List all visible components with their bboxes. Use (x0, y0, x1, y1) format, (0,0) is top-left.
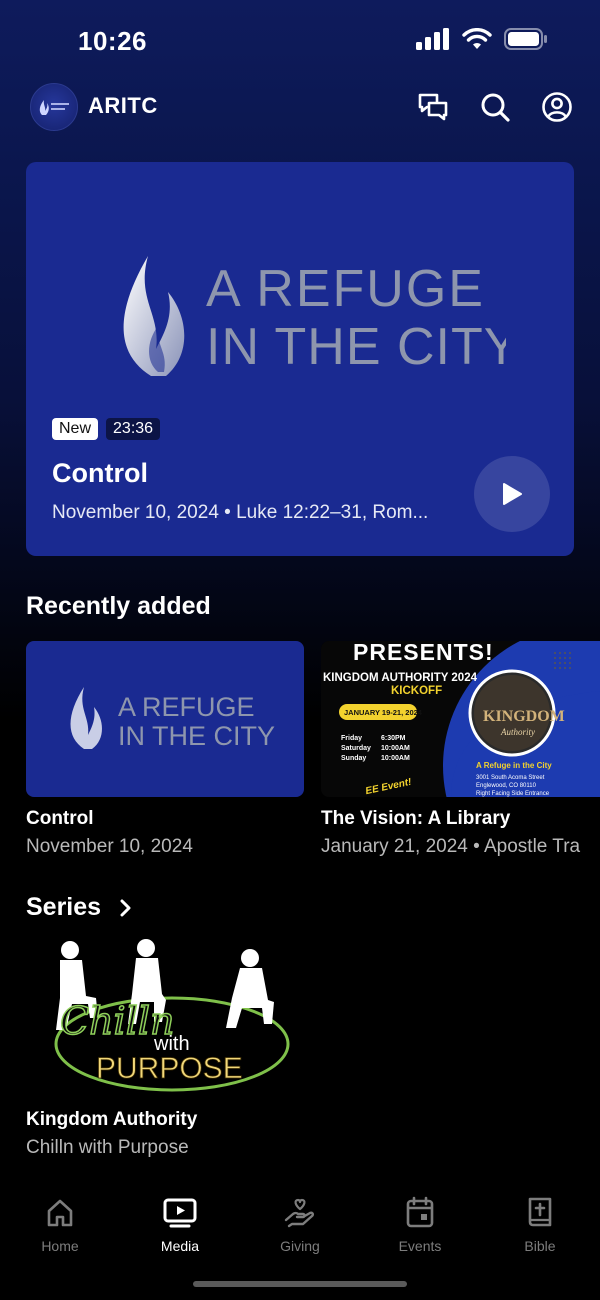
church-logo-avatar[interactable] (30, 83, 78, 131)
recent-item-control-thumbnail[interactable]: A REFUGE IN THE CITY (26, 641, 304, 797)
poster-line1: KINGDOM AUTHORITY 2024 (323, 672, 478, 684)
app-header: ARITC (0, 80, 600, 132)
tab-giving[interactable]: Giving (250, 1194, 350, 1254)
poster-day-3: Sunday (341, 755, 366, 762)
flame-logo-icon (39, 100, 69, 115)
art-purpose: PURPOSE (96, 1052, 243, 1085)
battery-icon (504, 28, 547, 50)
thumb-logo-line2: IN THE CITY (118, 721, 275, 751)
hero-meta: November 10, 2024 • Luke 12:22–31, Rom..… (52, 502, 429, 523)
church-logo-artwork: A REFUGE IN THE CITY (106, 254, 518, 389)
series-item-thumbnail[interactable]: Chilln with PURPOSE (26, 938, 304, 1094)
recent-item-title[interactable]: The Vision: A Library (321, 808, 510, 830)
poster-circle-sub: Authority (500, 727, 535, 737)
recent-item-date: January 21, 2024 • Apostle Tra (321, 836, 581, 857)
giving-hand-heart-icon (284, 1198, 315, 1228)
calendar-icon (406, 1196, 434, 1228)
poster-day-2: Saturday (341, 745, 371, 752)
tab-bible-label: Bible (524, 1238, 556, 1254)
series-item-subtitle: Chilln with Purpose (26, 1137, 189, 1158)
church-logo-thumbnail: A REFUGE IN THE CITY (70, 687, 275, 751)
recent-item-date: November 10, 2024 (26, 836, 193, 857)
poster-headline: PRESENTS! (353, 641, 494, 665)
tab-media[interactable]: Media (130, 1194, 230, 1254)
search-button[interactable] (476, 88, 514, 126)
tab-media-label: Media (160, 1238, 200, 1254)
tab-giving-label: Giving (280, 1238, 320, 1254)
poster-time-1: 6:30PM (381, 735, 406, 742)
home-icon (47, 1199, 73, 1227)
hero-title: Control (52, 458, 148, 488)
series-heading-link[interactable]: Series (26, 893, 133, 922)
poster-day-1: Friday (341, 735, 362, 742)
recent-item-kickoff-poster[interactable]: PRESENTS! KINGDOM AUTHORITY 2024 KICKOFF… (321, 641, 600, 797)
wifi-icon (462, 28, 492, 49)
hero-badges: New 23:36 (52, 418, 161, 440)
status-time: 10:26 (78, 26, 147, 56)
home-indicator[interactable] (193, 1281, 407, 1287)
play-button[interactable] (474, 456, 550, 532)
poster-address-1: 3001 South Acoma Street (476, 775, 545, 781)
logo-line2: IN THE CITY (206, 318, 506, 376)
app-title: ARITC (88, 93, 158, 118)
media-tv-icon (163, 1198, 197, 1228)
thumb-logo-line1: A REFUGE (118, 692, 255, 722)
profile-icon (542, 92, 572, 122)
bible-book-icon (528, 1197, 552, 1227)
status-bar: 10:26 (0, 0, 600, 80)
poster-line2: KICKOFF (391, 685, 442, 697)
recent-item-title[interactable]: Control (26, 808, 94, 830)
recently-added-heading: Recently added (26, 592, 211, 620)
chat-bubbles-icon (418, 93, 448, 121)
poster-address-2: Englewood, CO 80110 (476, 783, 537, 789)
series-item-title[interactable]: Kingdom Authority (26, 1109, 197, 1131)
play-icon (503, 483, 522, 505)
tab-bible[interactable]: Bible (490, 1194, 590, 1254)
status-icons (416, 28, 548, 50)
poster-venue: A Refuge in the City (476, 761, 552, 770)
logo-line1: A REFUGE (206, 260, 485, 318)
featured-sermon-card[interactable]: A REFUGE IN THE CITY New 23:36 Control N… (26, 162, 574, 556)
tab-events[interactable]: Events (370, 1194, 470, 1254)
tab-events-label: Events (398, 1238, 442, 1254)
poster-dates: JANUARY 19-21, 2024 (344, 708, 423, 717)
poster-circle-text: KINGDOM (483, 708, 565, 725)
tab-home-label: Home (41, 1238, 79, 1254)
poster-time-3: 10:00AM (381, 755, 410, 762)
search-icon (481, 93, 510, 122)
header-actions (414, 88, 576, 126)
profile-button[interactable] (538, 88, 576, 126)
poster-address-3: Right Facing Side Entrance (476, 791, 550, 797)
series-heading: Series (26, 893, 102, 921)
messages-button[interactable] (414, 88, 452, 126)
duration-badge: 23:36 (106, 418, 161, 440)
tab-home[interactable]: Home (10, 1194, 110, 1254)
chevron-right-icon (120, 899, 131, 916)
poster-time-2: 10:00AM (381, 745, 410, 752)
chilln-with-purpose-art: Chilln with PURPOSE (54, 939, 290, 1092)
kickoff-poster-art: PRESENTS! KINGDOM AUTHORITY 2024 KICKOFF… (321, 641, 600, 797)
signal-icon (416, 28, 449, 50)
new-badge: New (52, 418, 99, 440)
